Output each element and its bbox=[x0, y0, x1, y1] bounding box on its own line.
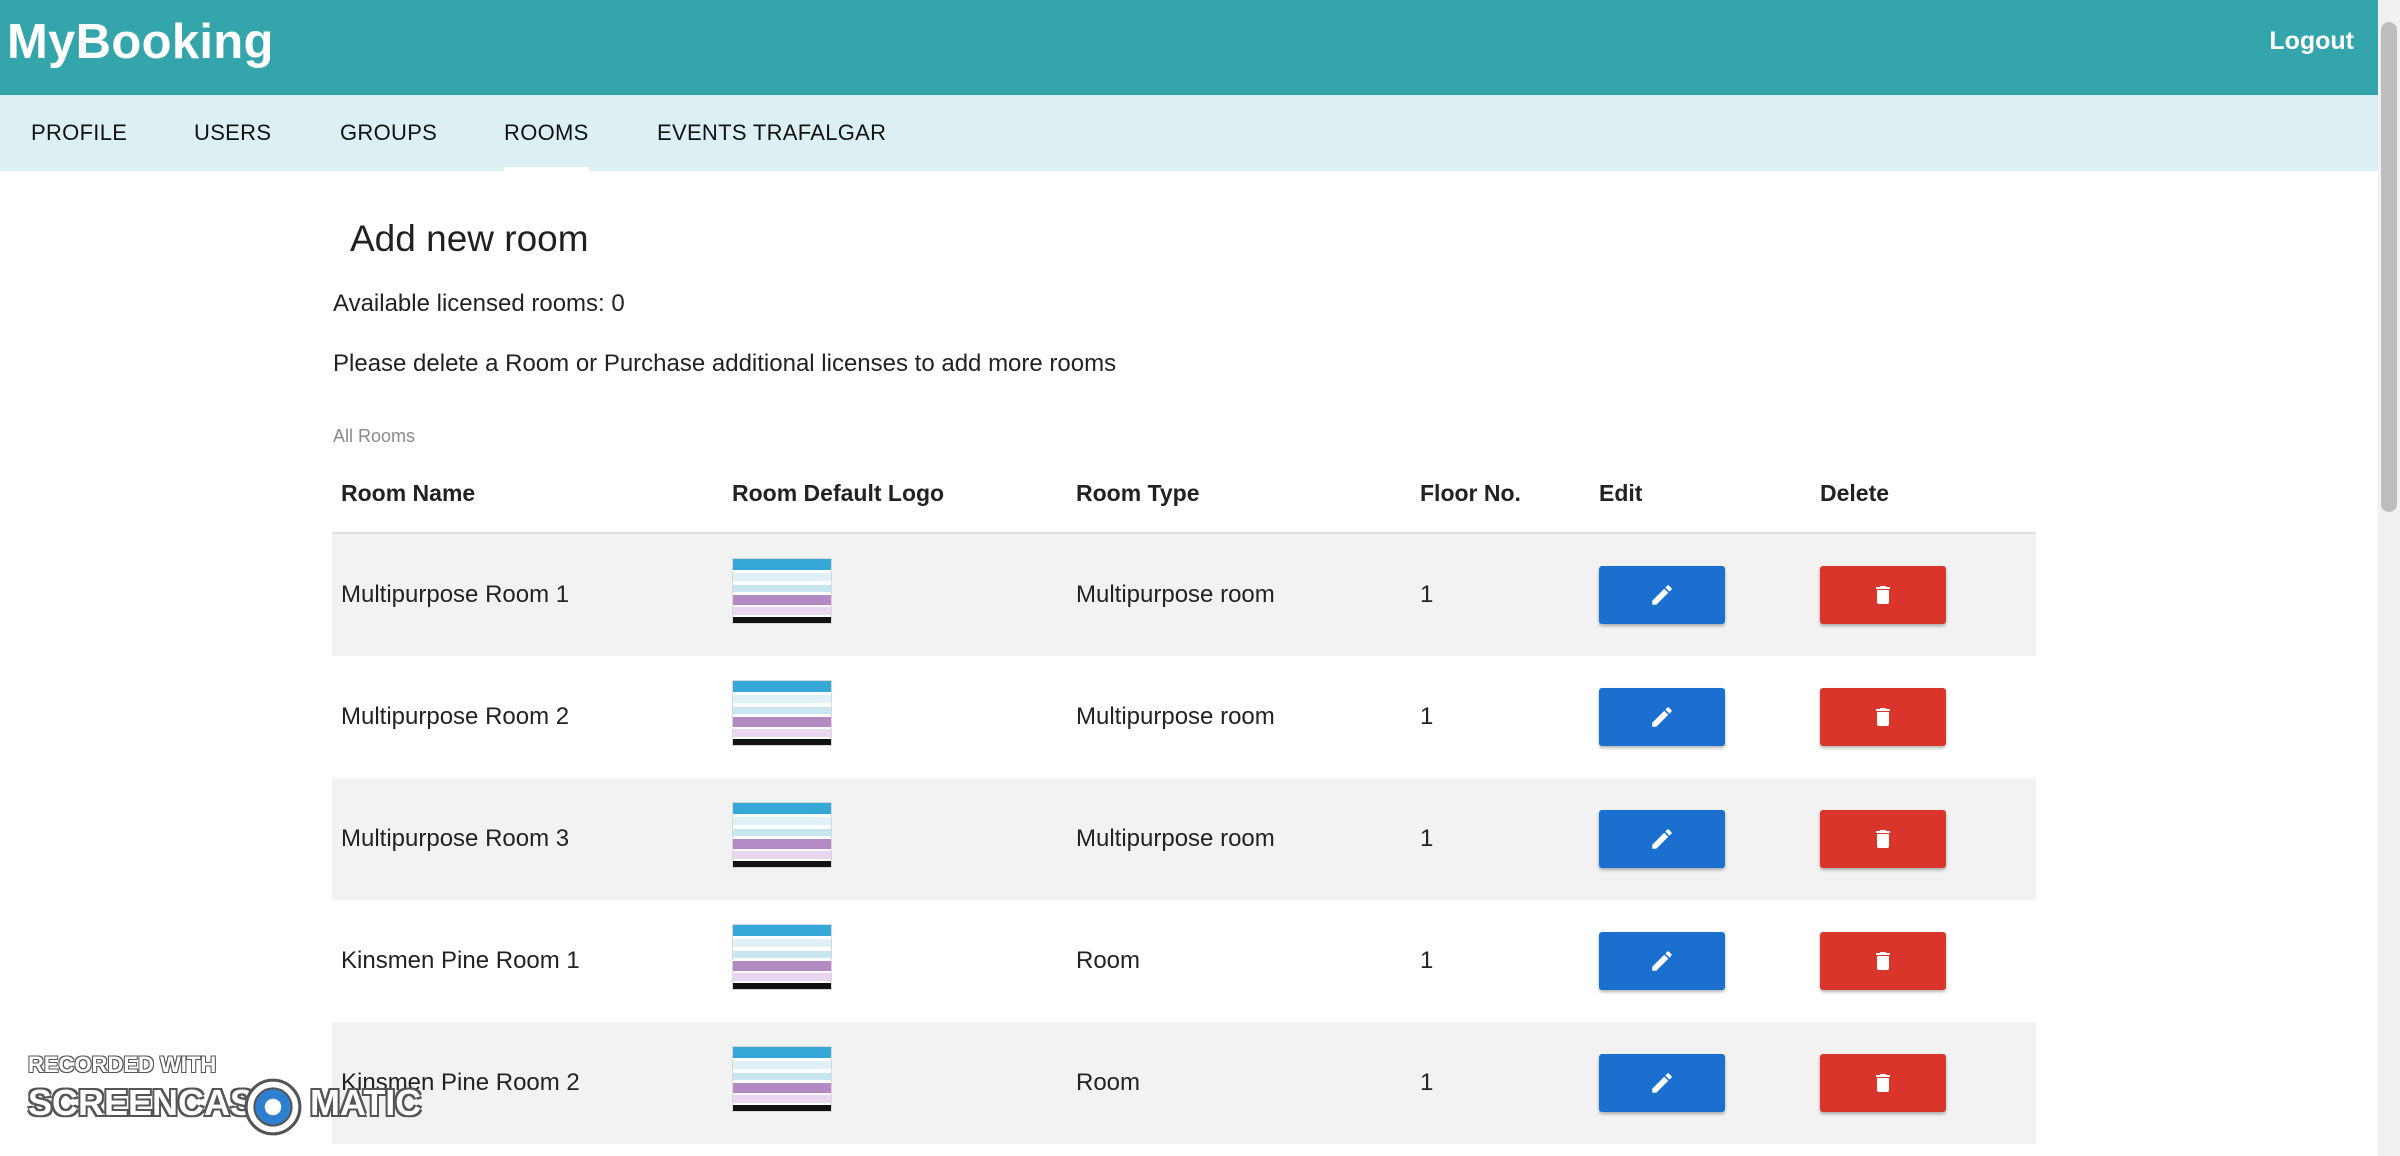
tab-groups[interactable]: GROUPS bbox=[340, 95, 437, 171]
page-scrollbar[interactable] bbox=[2378, 0, 2400, 1156]
delete-button[interactable] bbox=[1820, 688, 1946, 746]
room-floor: 1 bbox=[1420, 581, 1434, 608]
header-floor: Floor No. bbox=[1420, 480, 1521, 506]
header-edit: Edit bbox=[1599, 480, 1643, 506]
header-room-type: Room Type bbox=[1076, 480, 1200, 506]
table-row: Multipurpose Room 3 Multipurpose room 1 bbox=[332, 778, 2036, 900]
available-licenses-text: Available licensed rooms: 0 bbox=[333, 290, 625, 317]
license-notice-text: Please delete a Room or Purchase additio… bbox=[333, 350, 1117, 377]
watermark-matic: MATIC bbox=[310, 1082, 422, 1123]
pencil-icon bbox=[1652, 829, 1672, 849]
trash-icon bbox=[1876, 708, 1890, 726]
record-icon bbox=[244, 1078, 302, 1136]
room-type: Multipurpose room bbox=[1076, 825, 1275, 852]
room-name: Kinsmen Pine Room 1 bbox=[341, 947, 580, 974]
screencast-watermark: RECORDED WITH SCREENCAST MATIC bbox=[28, 1052, 428, 1136]
room-name: Multipurpose Room 2 bbox=[341, 703, 570, 730]
logout-link[interactable]: Logout bbox=[2269, 27, 2354, 56]
rooms-table: Room Name Room Default Logo Room Type Fl… bbox=[332, 460, 2036, 1144]
table-row: Kinsmen Pine Room 1 Room 1 bbox=[332, 900, 2036, 1022]
tab-profile[interactable]: PROFILE bbox=[31, 95, 127, 171]
page-title: Add new room bbox=[350, 218, 589, 259]
delete-button[interactable] bbox=[1820, 1054, 1946, 1112]
scrollbar-thumb[interactable] bbox=[2381, 22, 2397, 512]
header-room-name: Room Name bbox=[341, 480, 476, 506]
app-header: MyBooking Logout bbox=[0, 0, 2378, 95]
delete-button[interactable] bbox=[1820, 932, 1946, 990]
brand-logo[interactable]: MyBooking bbox=[7, 14, 274, 70]
room-name: Multipurpose Room 3 bbox=[341, 825, 570, 852]
room-floor: 1 bbox=[1420, 703, 1434, 730]
tab-rooms[interactable]: ROOMS bbox=[504, 95, 589, 171]
room-floor: 1 bbox=[1420, 825, 1434, 852]
pencil-icon bbox=[1652, 951, 1672, 971]
header-delete: Delete bbox=[1820, 480, 1890, 506]
room-logo-image bbox=[732, 802, 832, 868]
room-name: Multipurpose Room 1 bbox=[341, 581, 570, 608]
edit-button[interactable] bbox=[1599, 566, 1725, 624]
trash-icon bbox=[1876, 586, 1890, 604]
room-type: Room bbox=[1076, 947, 1141, 974]
header-room-logo: Room Default Logo bbox=[732, 480, 945, 506]
room-floor: 1 bbox=[1420, 947, 1434, 974]
trash-icon bbox=[1876, 952, 1890, 970]
room-logo-image bbox=[732, 1046, 832, 1112]
room-type: Multipurpose room bbox=[1076, 703, 1275, 730]
room-logo-image bbox=[732, 680, 832, 746]
tab-users[interactable]: USERS bbox=[194, 95, 271, 171]
room-type: Multipurpose room bbox=[1076, 581, 1275, 608]
all-rooms-label: All Rooms bbox=[333, 426, 416, 446]
delete-button[interactable] bbox=[1820, 566, 1946, 624]
watermark-recorded-with: RECORDED WITH bbox=[28, 1052, 217, 1077]
trash-icon bbox=[1876, 830, 1890, 848]
room-floor: 1 bbox=[1420, 1069, 1434, 1096]
edit-button[interactable] bbox=[1599, 688, 1725, 746]
trash-icon bbox=[1876, 1074, 1890, 1092]
room-type: Room bbox=[1076, 1069, 1141, 1096]
table-row: Multipurpose Room 1 Multipurpose room 1 bbox=[332, 534, 2036, 656]
table-header: Room Name Room Default Logo Room Type Fl… bbox=[332, 460, 2036, 534]
pencil-icon bbox=[1652, 707, 1672, 727]
room-logo-image bbox=[732, 924, 832, 990]
nav-bar: PROFILE USERS GROUPS ROOMS EVENTS TRAFAL… bbox=[0, 95, 2378, 171]
edit-button[interactable] bbox=[1599, 810, 1725, 868]
table-row: Multipurpose Room 2 Multipurpose room 1 bbox=[332, 656, 2036, 778]
edit-button[interactable] bbox=[1599, 932, 1725, 990]
delete-button[interactable] bbox=[1820, 810, 1946, 868]
edit-button[interactable] bbox=[1599, 1054, 1725, 1112]
tab-events-trafalgar[interactable]: EVENTS TRAFALGAR bbox=[657, 95, 886, 171]
room-logo-image bbox=[732, 558, 832, 624]
pencil-icon bbox=[1652, 585, 1672, 605]
watermark-screencast: SCREENCAST bbox=[28, 1082, 277, 1123]
pencil-icon bbox=[1652, 1073, 1672, 1093]
table-row: Kinsmen Pine Room 2 Room 1 bbox=[332, 1022, 2036, 1144]
